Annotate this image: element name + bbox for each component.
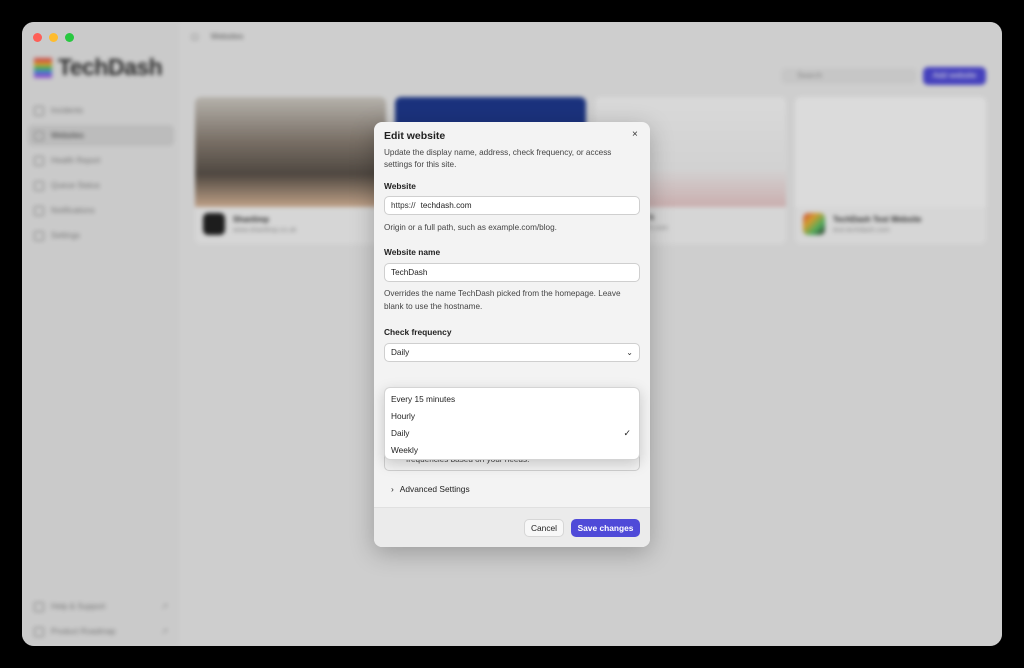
option-label: Daily <box>391 428 410 438</box>
website-label: Website <box>384 181 416 191</box>
checkmark-icon: ✓ <box>623 428 631 438</box>
website-name-field[interactable]: TechDash <box>384 263 640 282</box>
url-prefix: https:// <box>391 201 416 210</box>
website-name-label: Website name <box>384 247 441 257</box>
frequency-option-weekly[interactable]: Weekly <box>385 442 639 459</box>
edit-website-dialog: Edit website × Update the display name, … <box>374 122 650 547</box>
cancel-button[interactable]: Cancel <box>524 519 564 537</box>
minimize-window-button[interactable] <box>49 33 58 42</box>
option-label: Every 15 minutes <box>391 394 456 404</box>
check-frequency-select[interactable]: Daily ⌄ <box>384 343 640 362</box>
advanced-settings-toggle[interactable]: › Advanced Settings <box>391 484 470 494</box>
website-url-field[interactable]: https:// techdash.com <box>384 196 640 215</box>
website-help-text: Origin or a full path, such as example.c… <box>384 223 557 232</box>
check-frequency-value: Daily <box>391 348 410 357</box>
check-frequency-label: Check frequency <box>384 327 452 337</box>
dialog-title: Edit website <box>384 130 446 142</box>
close-icon[interactable]: × <box>632 129 638 141</box>
dialog-footer: Cancel Save changes <box>374 507 650 547</box>
close-window-button[interactable] <box>33 33 42 42</box>
dialog-description: Update the display name, address, check … <box>384 148 612 169</box>
save-changes-button[interactable]: Save changes <box>571 519 640 537</box>
chevron-down-icon: ⌄ <box>626 348 633 357</box>
frequency-option-hourly[interactable]: Hourly <box>385 408 639 425</box>
option-label: Weekly <box>391 445 419 455</box>
url-value: techdash.com <box>420 201 472 210</box>
app-window: TechDash Incidents Websites Health Repor… <box>22 22 1002 646</box>
maximize-window-button[interactable] <box>65 33 74 42</box>
frequency-option-15-minutes[interactable]: Every 15 minutes <box>385 391 639 408</box>
check-frequency-dropdown: Every 15 minutes Hourly Daily ✓ Weekly <box>384 387 640 460</box>
frequency-option-daily[interactable]: Daily ✓ <box>385 425 639 442</box>
option-label: Hourly <box>391 411 415 421</box>
window-controls <box>33 33 74 42</box>
advanced-settings-label: Advanced Settings <box>399 484 470 494</box>
website-name-help-text: Overrides the name TechDash picked from … <box>384 289 621 311</box>
chevron-right-icon: › <box>391 484 394 494</box>
